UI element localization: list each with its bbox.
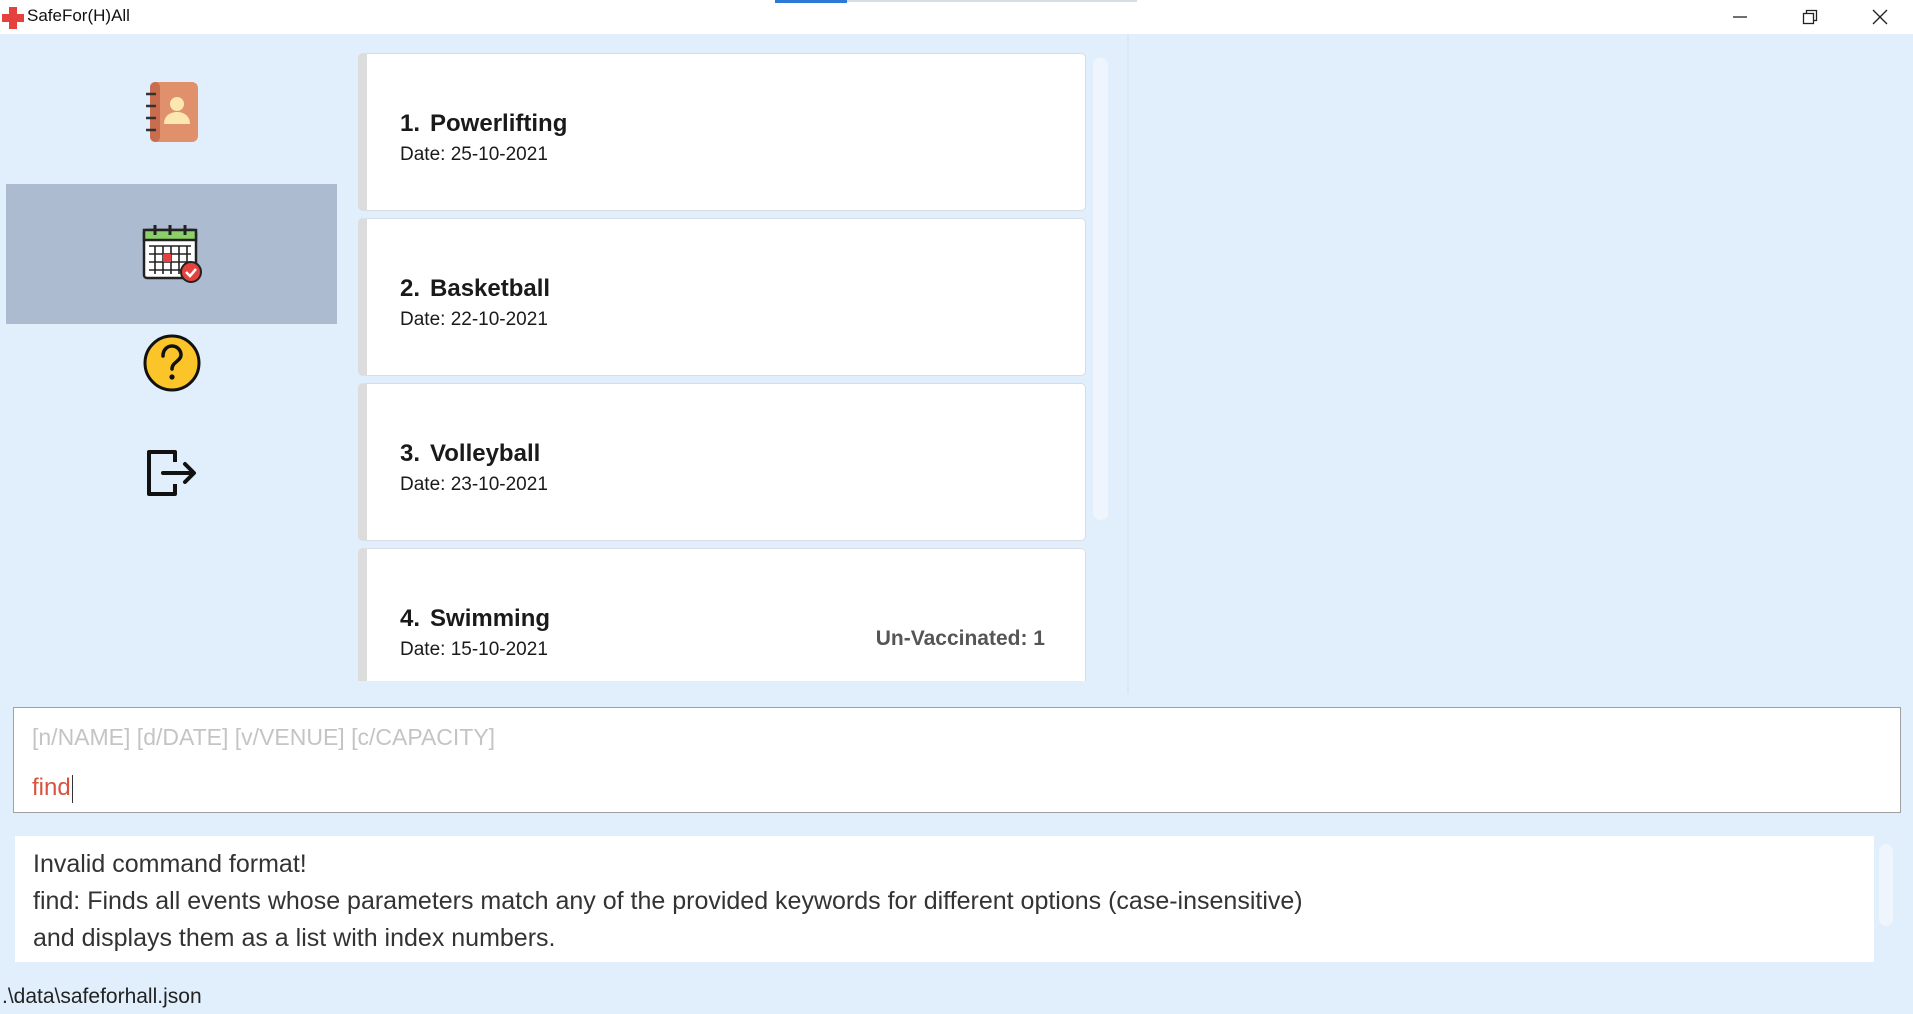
unvaccinated-count: Un-Vaccinated: 1: [875, 627, 1045, 650]
result-line: and displays them as a list with index n…: [33, 924, 556, 952]
close-button[interactable]: [1845, 0, 1913, 34]
event-date: Date: 25-10-2021: [400, 144, 548, 165]
sidebar-item-contacts[interactable]: [6, 42, 337, 182]
text-caret: [71, 774, 73, 803]
calendar-icon: [142, 225, 202, 283]
help-icon: [143, 334, 200, 392]
tab-indicator: [775, 0, 847, 3]
event-card-2[interactable]: 2. Basketball Date: 22-10-2021: [358, 218, 1086, 376]
command-box[interactable]: [n/NAME] [d/DATE] [v/VENUE] [c/CAPACITY]…: [13, 707, 1901, 813]
result-line: find: Finds all events whose parameters …: [33, 887, 1303, 915]
command-text: find: [32, 774, 71, 801]
window-title: SafeFor(H)All: [27, 6, 130, 25]
sidebar-item-help[interactable]: [6, 308, 337, 418]
status-bar: .\data\safeforhall.json: [0, 975, 1913, 1014]
data-file-path: .\data\safeforhall.json: [2, 985, 202, 1008]
minimize-button[interactable]: [1705, 0, 1775, 34]
command-placeholder: [n/NAME] [d/DATE] [v/VENUE] [c/CAPACITY]: [32, 724, 496, 750]
tab-track: [847, 0, 1137, 2]
address-book-icon: [145, 82, 198, 142]
event-name: Volleyball: [430, 440, 541, 467]
event-name: Swimming: [430, 605, 551, 632]
restore-button[interactable]: [1775, 0, 1845, 34]
event-date: Date: 23-10-2021: [400, 474, 548, 495]
event-index: 3.: [400, 440, 421, 467]
command-input[interactable]: find: [32, 774, 73, 803]
event-index: 1.: [400, 110, 421, 137]
restore-icon: [1802, 9, 1818, 25]
event-list[interactable]: 1. Powerlifting Date: 25-10-2021 2. Basket…: [355, 48, 1115, 681]
close-icon: [1872, 9, 1888, 25]
sidebar-item-exit[interactable]: [6, 418, 337, 528]
event-card-1[interactable]: 1. Powerlifting Date: 25-10-2021: [358, 53, 1086, 211]
exit-icon: [146, 450, 196, 496]
event-card-3[interactable]: 3. Volleyball Date: 23-10-2021: [358, 383, 1086, 541]
event-title: 1. Powerlifting: [400, 110, 567, 138]
event-date: Date: 22-10-2021: [400, 309, 548, 330]
event-name: Basketball: [430, 275, 551, 302]
event-index: 2.: [400, 275, 421, 302]
event-list-scrollbar[interactable]: [1093, 58, 1108, 520]
sidebar-item-events[interactable]: [6, 184, 337, 324]
title-bar: SafeFor(H)All: [0, 0, 1913, 34]
minimize-icon: [1733, 16, 1747, 18]
event-title: 3. Volleyball: [400, 440, 540, 468]
event-title: 4. Swimming: [400, 605, 550, 633]
event-date: Date: 15-10-2021: [400, 639, 548, 660]
sidebar: [0, 34, 345, 694]
event-title: 2. Basketball: [400, 275, 550, 303]
result-line: Invalid command format!: [33, 850, 307, 878]
event-card-4[interactable]: 4. Swimming Date: 15-10-2021 Un-Vaccinate…: [358, 548, 1086, 681]
result-scrollbar[interactable]: [1879, 844, 1893, 926]
event-name: Powerlifting: [430, 110, 568, 137]
result-display: Invalid command format! find: Finds all …: [15, 836, 1874, 962]
event-index: 4.: [400, 605, 421, 632]
panel-divider: [1127, 34, 1129, 694]
red-cross-icon: [2, 7, 24, 29]
